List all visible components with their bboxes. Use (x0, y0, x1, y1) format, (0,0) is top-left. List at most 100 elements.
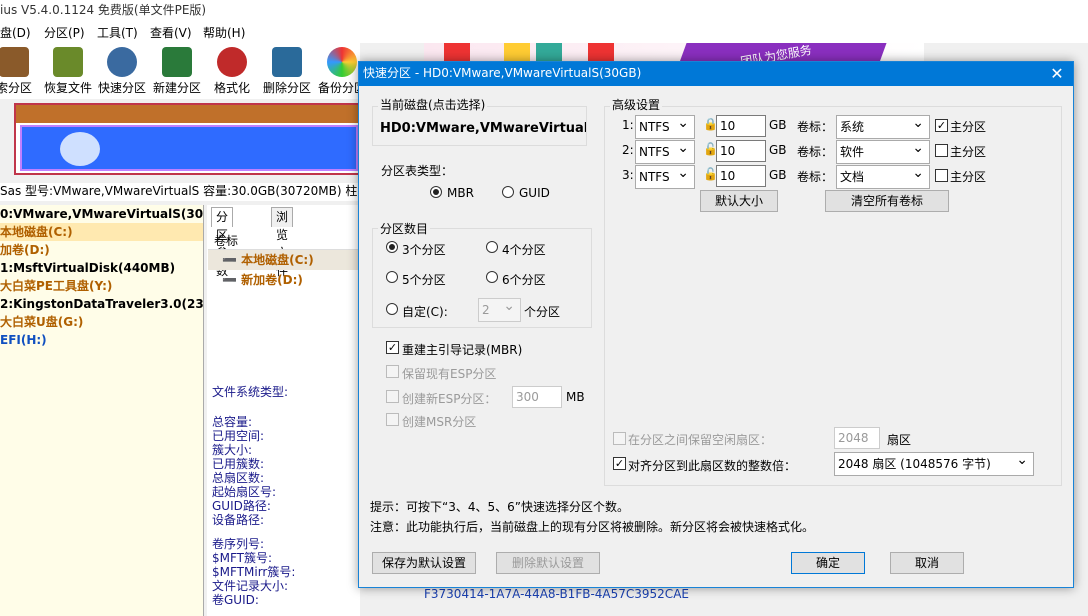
guid-radio[interactable] (502, 186, 514, 198)
keep-esp-label: 保留现有ESP分区 (402, 367, 497, 381)
tree-item[interactable]: EFI(H:) (0, 331, 203, 349)
align-select[interactable]: 2048 扇区 (1048576 字节) (834, 449, 1034, 476)
rebuild-mbr-checkbox[interactable]: ✓ (386, 341, 399, 354)
advanced-settings-label: 高级设置 (610, 96, 663, 113)
menu-help[interactable]: 帮助(H) (203, 24, 245, 41)
warning-text: 注意：此功能执行后，当前磁盘上的现有分区将被删除。新分区将会被快速格式化。 (370, 520, 815, 534)
search-partition-button[interactable]: 索分区 (0, 47, 42, 96)
tree-item[interactable]: 1:MsftVirtualDisk(440MB) (0, 259, 203, 277)
keep-free-checkbox[interactable] (613, 432, 626, 445)
row3-volume-select[interactable]: 文档 (836, 162, 930, 189)
clear-labels-button[interactable]: 清空所有卷标 (825, 190, 949, 212)
new-partition-button[interactable]: 新建分区 (149, 47, 205, 96)
free-sectors-input[interactable]: 2048 (834, 427, 880, 449)
custom-count-select[interactable]: 2 (478, 295, 521, 322)
tab-browse-files[interactable]: 浏览文件 (271, 207, 294, 278)
tree-item[interactable]: 大白菜U盘(G:) (0, 313, 203, 331)
new-esp-checkbox[interactable] (386, 390, 399, 403)
disk-map[interactable] (14, 103, 360, 175)
trash-icon (272, 47, 302, 77)
mbr-radio[interactable] (430, 186, 442, 198)
tree-item[interactable]: 大白菜PE工具盘(Y:) (0, 277, 203, 295)
tree-item[interactable]: 2:KingstonDataTraveler3.0(231 (0, 295, 203, 313)
align-checkbox[interactable]: ✓ (613, 457, 626, 470)
keep-esp-checkbox[interactable] (386, 365, 399, 378)
list-item[interactable]: ➖ 新加卷(D:) (208, 270, 360, 290)
toolbar-label: 格式化 (213, 81, 250, 95)
custom-count-label: 自定(C): (402, 305, 448, 319)
msr-checkbox[interactable] (386, 413, 399, 426)
esp-size-input[interactable]: 300 (512, 386, 562, 408)
row2-size-unit: GB (769, 143, 787, 157)
row1-size-unit: GB (769, 118, 787, 132)
prop-label: 总容量: (212, 415, 253, 429)
row1-fs-select[interactable]: NTFS (635, 112, 695, 139)
row3-primary-label: 主分区 (950, 170, 987, 184)
tree-item[interactable]: 0:VMware,VMwareVirtualS(30G (0, 205, 203, 223)
backup-icon (327, 47, 357, 77)
count-6-radio[interactable] (486, 271, 498, 283)
prop-label: $MFTMirr簇号: (212, 565, 296, 579)
menu-partition[interactable]: 分区(P) (44, 24, 85, 41)
prop-label: 已用空间: (212, 429, 265, 443)
row3-primary-checkbox[interactable] (935, 169, 948, 182)
partition-properties: 文件系统类型: 总容量: 已用空间: 簇大小: 已用簇数: 总扇区数: 起始扇区… (212, 385, 295, 607)
menu-bar: 盘(D) 分区(P) 工具(T) 查看(V) 帮助(H) (0, 21, 1088, 43)
count-4-radio[interactable] (486, 241, 498, 253)
row2-volume-select[interactable]: 软件 (836, 137, 930, 164)
volume-guid: F3730414-1A7A-44A8-B1FB-4A57C3952CAE (424, 587, 689, 601)
count-4-label: 4个分区 (502, 243, 546, 257)
row2-fs-select[interactable]: NTFS (635, 137, 695, 164)
row3-fs-select[interactable]: NTFS (635, 162, 695, 189)
count-5-radio[interactable] (386, 271, 398, 283)
custom-count-radio[interactable] (386, 303, 398, 315)
app-title-bar: ius V5.4.0.1124 免费版(单文件PE版) (0, 0, 1088, 21)
partition-count-label: 分区数目 (378, 220, 431, 237)
default-size-button[interactable]: 默认大小 (700, 190, 778, 212)
msr-label: 创建MSR分区 (402, 415, 477, 429)
column-header-label: 卷标 (208, 232, 360, 250)
count-6-label: 6个分区 (502, 273, 546, 287)
row1-primary-checkbox[interactable]: ✓ (935, 119, 948, 132)
delete-partition-button[interactable]: 删除分区 (259, 47, 315, 96)
row1-volume-select[interactable]: 系统 (836, 112, 930, 139)
row2-volume-label: 卷标： (797, 145, 834, 159)
hint-text: 提示：可按下“3、4、5、6”快速选择分区个数。 (370, 500, 629, 514)
cancel-button[interactable]: 取消 (890, 552, 964, 574)
drive-icon: ➖ (222, 273, 242, 287)
new-esp-label: 创建新ESP分区： (402, 392, 497, 406)
close-icon[interactable]: ✕ (1041, 62, 1073, 86)
prop-label: GUID路径: (212, 499, 271, 513)
recover-icon (53, 47, 83, 77)
save-default-button[interactable]: 保存为默认设置 (372, 552, 476, 574)
menu-tools[interactable]: 工具(T) (97, 24, 138, 41)
tree-item[interactable]: 本地磁盘(C:) (0, 223, 203, 241)
row2-primary-label: 主分区 (950, 145, 987, 159)
disk-map-header (16, 105, 358, 123)
menu-disk[interactable]: 盘(D) (0, 24, 31, 41)
disk-info: Sas 型号:VMware,VMwareVirtualS 容量:30.0GB(3… (0, 183, 360, 201)
tree-item[interactable]: 加卷(D:) (0, 241, 203, 259)
count-3-radio[interactable] (386, 241, 398, 253)
tab-partition-params[interactable]: 分区参数 (211, 207, 234, 278)
toolbar-label: 索分区 (0, 81, 32, 95)
menu-view[interactable]: 查看(V) (150, 24, 192, 41)
dialog-title: 快速分区 - HD0:VMware,VMwareVirtualS(30GB) (359, 62, 1073, 86)
ok-button[interactable]: 确定 (791, 552, 865, 574)
app-title: ius V5.4.0.1124 免费版(单文件PE版) (0, 3, 207, 17)
row3-index: 3: (622, 168, 634, 182)
row3-size-input[interactable]: 10 (716, 165, 766, 187)
row1-size-input[interactable]: 10 (716, 115, 766, 137)
sector-unit: 扇区 (887, 433, 912, 447)
disk-map-partition[interactable] (20, 125, 358, 171)
row2-size-input[interactable]: 10 (716, 140, 766, 162)
quick-partition-button[interactable]: 快速分区 (94, 47, 150, 96)
recover-files-button[interactable]: 恢复文件 (40, 47, 96, 96)
rebuild-mbr-label: 重建主引导记录(MBR) (402, 343, 523, 357)
delete-default-button[interactable]: 删除默认设置 (496, 552, 600, 574)
row3-size-unit: GB (769, 168, 787, 182)
format-button[interactable]: 格式化 (204, 47, 260, 96)
current-disk-button[interactable]: HD0:VMware,VMwareVirtualS( (374, 115, 586, 143)
row2-primary-checkbox[interactable] (935, 144, 948, 157)
list-item[interactable]: ➖ 本地磁盘(C:) (208, 250, 360, 270)
